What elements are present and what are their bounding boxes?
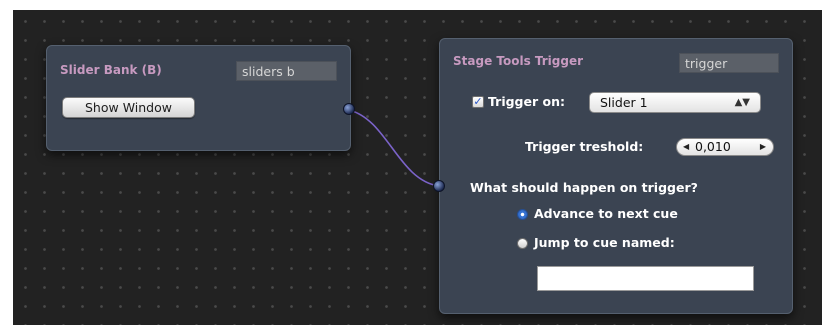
slider-bank-name-field[interactable]: sliders b (236, 61, 337, 81)
threshold-stepper[interactable]: ◀ 0,010 ▶ (676, 138, 774, 156)
decrement-icon[interactable]: ◀ (683, 139, 689, 155)
trigger-on-checkbox[interactable]: ✓ (472, 96, 484, 108)
cue-name-input[interactable] (537, 266, 754, 291)
trigger-on-label: Trigger on: (488, 94, 565, 109)
threshold-value: 0,010 (695, 139, 731, 154)
slider-bank-output-port[interactable] (343, 103, 355, 115)
trigger-input-port[interactable] (433, 180, 445, 192)
trigger-node[interactable]: Stage Tools Trigger trigger ✓ Trigger on… (439, 38, 793, 314)
advance-cue-radio[interactable] (517, 209, 528, 220)
select-arrows-icon: ▲▼ (734, 97, 750, 108)
trigger-node-title: Stage Tools Trigger (453, 54, 584, 68)
show-window-button[interactable]: Show Window (62, 97, 195, 118)
threshold-label: Trigger treshold: (525, 139, 644, 154)
patch-canvas[interactable]: Slider Bank (B) sliders b Show Window St… (13, 10, 822, 325)
trigger-source-select[interactable]: Slider 1 ▲▼ (589, 92, 761, 113)
slider-bank-node[interactable]: Slider Bank (B) sliders b Show Window (46, 45, 351, 151)
slider-bank-title: Slider Bank (B) (60, 63, 162, 77)
jump-cue-radio[interactable] (517, 238, 528, 249)
jump-cue-label: Jump to cue named: (534, 235, 675, 250)
trigger-name-field[interactable]: trigger (679, 53, 779, 73)
increment-icon[interactable]: ▶ (760, 139, 766, 155)
trigger-question-label: What should happen on trigger? (470, 180, 698, 195)
advance-cue-label: Advance to next cue (534, 206, 678, 221)
trigger-source-value: Slider 1 (600, 95, 648, 110)
